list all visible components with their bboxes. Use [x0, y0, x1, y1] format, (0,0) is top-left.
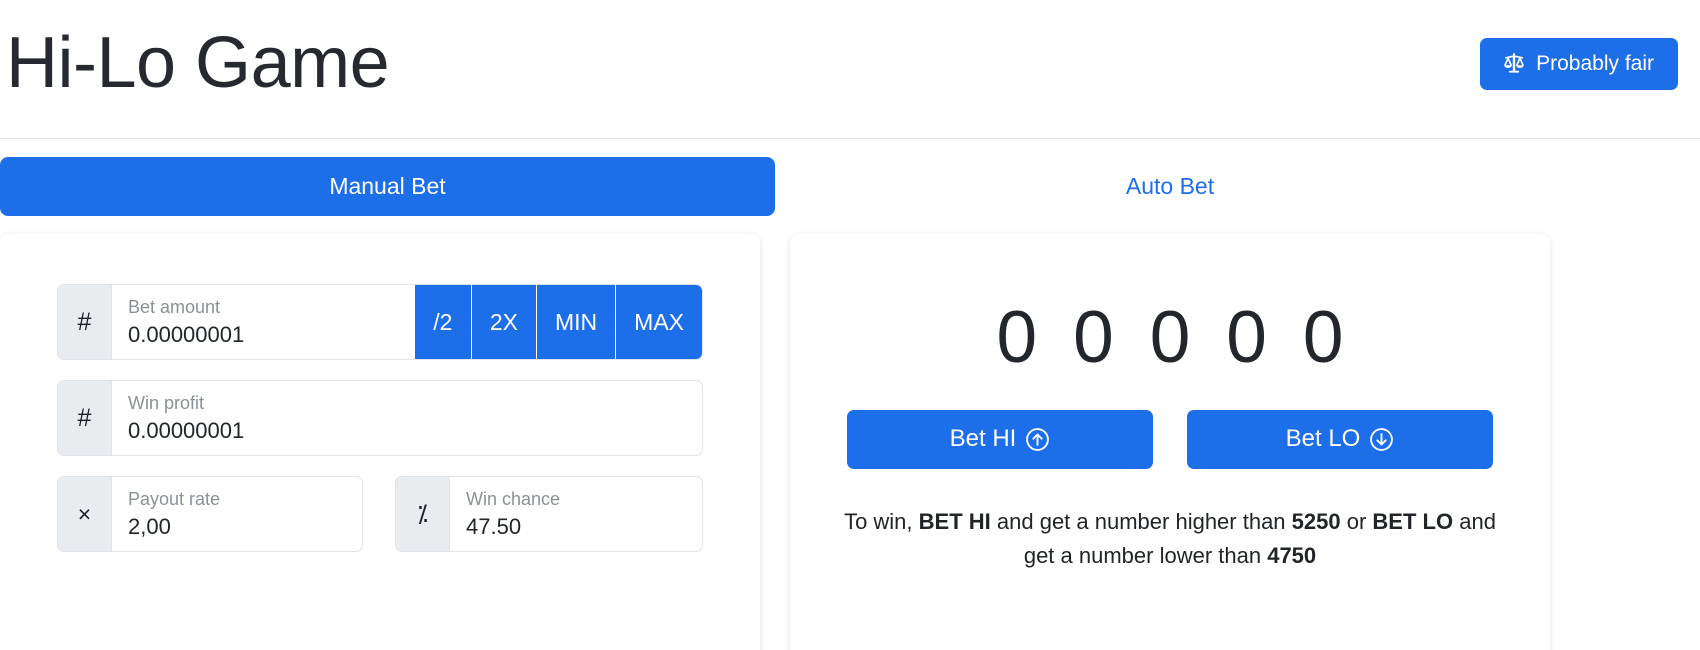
hint-text-3: or [1340, 509, 1373, 535]
circle-arrow-up-icon [1025, 427, 1050, 452]
min-bet-button[interactable]: MIN [535, 285, 616, 360]
game-panel-card: 0 0 0 0 0 Bet HI Bet LO To win, BET HI a… [790, 234, 1550, 650]
win-profit-row: # Win profit 0.00000001 [57, 380, 703, 457]
hash-icon: # [58, 381, 112, 456]
bet-amount-label: Bet amount [128, 297, 221, 318]
bet-hi-label: Bet HI [949, 425, 1017, 453]
win-profit-label: Win profit [128, 393, 205, 414]
result-digits: 0 0 0 0 0 [830, 289, 1510, 410]
page-header: Hi-Lo Game Probably fair [0, 0, 1700, 139]
payout-rate-input[interactable]: 2,00 [128, 513, 346, 542]
circle-arrow-down-icon [1369, 427, 1394, 452]
bet-amount-input[interactable]: 0.00000001 [128, 321, 399, 350]
probably-fair-button[interactable]: Probably fair [1480, 38, 1678, 90]
bet-lo-label: Bet LO [1285, 425, 1361, 453]
bet-direction-buttons: Bet HI Bet LO [830, 410, 1510, 505]
bet-amount-body: Bet amount 0.00000001 [112, 285, 415, 359]
win-chance-label: Win chance [466, 489, 561, 510]
result-digit: 0 [1302, 297, 1344, 379]
result-digit: 0 [996, 297, 1038, 379]
hi-lo-game-page: Hi-Lo Game Probably fair Manual Bet Auto… [0, 0, 1700, 650]
payout-rate-field[interactable]: × Payout rate 2,00 [57, 476, 364, 553]
bet-amount-actions: /2 2X MIN MAX [414, 285, 702, 360]
panels-container: # Bet amount 0.00000001 /2 2X MIN MAX # … [0, 216, 1700, 650]
bet-lo-button[interactable]: Bet LO [1187, 410, 1493, 470]
bet-mode-tabs: Manual Bet Auto Bet [0, 139, 1700, 217]
payout-rate-label: Payout rate [128, 489, 221, 510]
halve-bet-button[interactable]: /2 [414, 285, 471, 360]
tab-auto-bet-label: Auto Bet [1125, 173, 1215, 199]
result-digit: 0 [1226, 297, 1267, 379]
probably-fair-label: Probably fair [1536, 52, 1654, 75]
win-chance-input[interactable]: 47.50 [466, 513, 686, 542]
bet-hi-button[interactable]: Bet HI [847, 410, 1153, 470]
page-title: Hi-Lo Game [6, 23, 390, 103]
result-digit: 0 [1073, 297, 1114, 379]
hint-lo-number: 4750 [1267, 542, 1317, 568]
bet-amount-field[interactable]: # Bet amount 0.00000001 /2 2X MIN MAX [57, 284, 703, 361]
manual-bet-card: # Bet amount 0.00000001 /2 2X MIN MAX # … [0, 234, 760, 650]
payout-rate-body: Payout rate 2,00 [112, 477, 362, 551]
balance-scale-icon [1501, 51, 1527, 77]
hint-text-2: and get a number higher than [990, 509, 1292, 535]
hint-hi-number: 5250 [1291, 509, 1341, 535]
multiply-icon: × [58, 477, 112, 552]
bet-amount-row: # Bet amount 0.00000001 /2 2X MIN MAX [57, 284, 703, 361]
tab-manual-bet[interactable]: Manual Bet [0, 157, 775, 217]
tab-manual-bet-label: Manual Bet [329, 173, 446, 199]
max-bet-button[interactable]: MAX [615, 285, 702, 360]
win-chance-body: Win chance 47.50 [450, 477, 702, 551]
hash-icon: # [58, 285, 112, 360]
win-profit-input[interactable]: 0.00000001 [128, 417, 686, 446]
win-chance-field[interactable]: ⁒ Win chance 47.50 [395, 476, 704, 553]
percent-icon: ⁒ [396, 477, 451, 552]
hint-text-1: To win, [844, 509, 919, 535]
win-profit-body: Win profit 0.00000001 [112, 381, 702, 455]
win-profit-field[interactable]: # Win profit 0.00000001 [57, 380, 703, 457]
result-digit: 0 [1149, 297, 1191, 379]
hint-bet-hi: BET HI [918, 509, 991, 535]
double-bet-button[interactable]: 2X [470, 285, 536, 360]
hint-bet-lo: BET LO [1372, 509, 1454, 535]
tab-auto-bet[interactable]: Auto Bet [790, 157, 1550, 216]
win-condition-hint: To win, BET HI and get a number higher t… [840, 505, 1500, 572]
rate-chance-row: × Payout rate 2,00 ⁒ Win chance 47.50 [57, 476, 704, 553]
